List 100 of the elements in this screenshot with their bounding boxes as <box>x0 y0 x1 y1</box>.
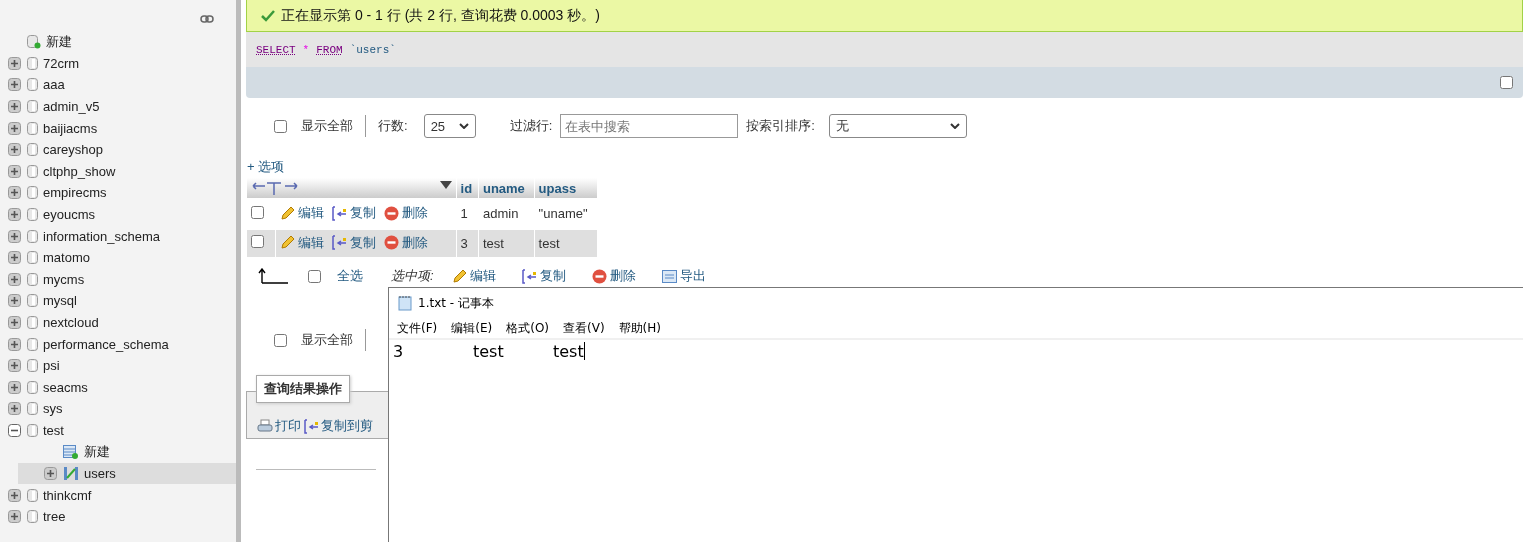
tree-item-label[interactable]: sys <box>43 401 63 417</box>
operation-link[interactable]: 打印 <box>257 414 301 438</box>
message-text: 正在显示第 0 - 1 行 (共 2 行, 查询花费 0.0003 秒。) <box>281 6 600 25</box>
sort-triangle-icon[interactable] <box>439 181 452 189</box>
expand-icon[interactable] <box>8 316 21 329</box>
database-add-icon <box>27 34 41 49</box>
menu-item[interactable]: 编辑(E) <box>451 319 493 337</box>
row-action-link[interactable]: 删除 <box>384 204 428 222</box>
tree-item-label[interactable]: thinkcmf <box>43 487 92 503</box>
tree-item-label[interactable]: test <box>43 423 64 438</box>
row-action-link[interactable]: 复制 <box>332 204 376 222</box>
column-header[interactable]: upass <box>534 178 597 198</box>
tree-item-label[interactable]: performance_schema <box>43 336 169 352</box>
expand-icon[interactable] <box>8 294 21 308</box>
tree-item-label[interactable]: empirecms <box>43 185 107 201</box>
sql-query: SELECT * FROM `users` <box>246 32 1523 67</box>
expand-icon[interactable] <box>8 208 21 222</box>
chevron-down-icon <box>949 123 960 129</box>
tree-item-label[interactable]: mycms <box>43 271 85 287</box>
link-icon[interactable] <box>200 15 214 23</box>
row-checkbox[interactable] <box>251 205 264 219</box>
show-all-label[interactable]: 显示全部 <box>301 117 353 135</box>
row-action-link[interactable]: 删除 <box>384 233 428 252</box>
tree-item-label[interactable]: eyoucms <box>43 207 96 223</box>
tree-item-label[interactable]: users <box>84 466 116 482</box>
copy-icon <box>332 205 347 221</box>
tree-item-label[interactable]: 新建 <box>84 443 110 462</box>
expand-icon[interactable] <box>8 121 21 135</box>
expand-icon[interactable] <box>8 56 21 70</box>
menu-item[interactable]: 帮助(H) <box>618 319 661 337</box>
database-icon <box>27 424 38 437</box>
database-icon <box>27 100 38 114</box>
row-action-link[interactable]: 编辑 <box>280 204 324 222</box>
checkbox[interactable] <box>1500 76 1513 89</box>
expand-icon[interactable] <box>8 143 21 157</box>
expand-icon[interactable] <box>8 186 21 200</box>
notepad-icon <box>398 295 412 311</box>
bulk-action-link[interactable]: 导出 <box>661 267 706 285</box>
database-icon <box>27 121 38 135</box>
database-icon <box>27 272 38 286</box>
menu-item[interactable]: 文件(F) <box>397 319 438 337</box>
delete-icon <box>384 205 399 221</box>
column-header[interactable]: id <box>456 178 478 198</box>
filter-input[interactable]: 在表中搜索 <box>560 114 739 138</box>
checkbox[interactable] <box>274 119 287 133</box>
tree-item-label[interactable]: 72crm <box>43 55 80 71</box>
database-icon <box>27 294 38 308</box>
bulk-action-link[interactable]: 复制 <box>521 267 566 285</box>
expand-icon[interactable] <box>8 164 21 178</box>
menu-item[interactable]: 查看(V) <box>563 319 605 337</box>
tree-item-label[interactable]: psi <box>43 358 60 374</box>
bulk-action-link[interactable]: 删除 <box>591 267 636 285</box>
expand-icon[interactable] <box>8 402 21 416</box>
checkbox[interactable] <box>308 269 321 283</box>
resize-arrows-icon[interactable] <box>251 181 299 195</box>
tree-item-label[interactable]: careyshop <box>43 142 103 158</box>
expand-icon[interactable] <box>8 272 21 286</box>
tree-item-label[interactable]: mysql <box>43 293 77 309</box>
checkbox[interactable] <box>274 333 287 347</box>
tree-item-label[interactable]: aaa <box>43 77 65 93</box>
expand-icon[interactable] <box>44 467 57 481</box>
tree-item-label[interactable]: 新建 <box>46 32 72 51</box>
bulk-action-link[interactable]: 编辑 <box>451 267 496 285</box>
database-icon <box>27 488 38 502</box>
chevron-down-icon <box>458 123 469 129</box>
tree-item-label[interactable]: baijiacms <box>43 120 98 136</box>
row-action-link[interactable]: 复制 <box>332 233 376 252</box>
expand-icon[interactable] <box>8 229 21 243</box>
show-all-label[interactable]: 显示全部 <box>301 331 353 349</box>
expand-icon[interactable] <box>8 251 21 265</box>
tree-item-label[interactable]: nextcloud <box>43 315 99 330</box>
tree-item-label[interactable]: information_schema <box>43 228 161 244</box>
expand-icon[interactable] <box>8 78 21 92</box>
expand-icon[interactable] <box>8 510 21 524</box>
row-checkbox[interactable] <box>251 235 264 249</box>
expand-icon[interactable] <box>8 359 21 373</box>
rows-select[interactable]: 25 <box>423 114 476 138</box>
menu-item[interactable]: 格式(O) <box>506 319 550 337</box>
options-link[interactable]: + 选项 <box>246 158 285 176</box>
collapse-icon[interactable] <box>8 424 21 437</box>
expand-icon[interactable] <box>8 380 21 394</box>
tree-item-label[interactable]: tree <box>43 509 66 525</box>
select-all-label[interactable]: 全选 <box>337 267 363 285</box>
expand-icon[interactable] <box>8 100 21 114</box>
section-legend: 查询结果操作 <box>256 375 350 403</box>
expand-icon[interactable] <box>8 488 21 502</box>
database-icon <box>27 229 38 243</box>
tree-item-label[interactable]: cltphp_show <box>43 163 116 179</box>
expand-icon[interactable] <box>8 337 21 351</box>
filter-label: 过滤行: <box>509 117 553 135</box>
sort-select[interactable]: 无 <box>828 114 967 138</box>
column-header[interactable]: uname <box>478 178 534 198</box>
row-action-link[interactable]: 编辑 <box>280 233 324 252</box>
tree-item-label[interactable]: admin_v5 <box>43 99 100 115</box>
tree-item-label[interactable]: matomo <box>43 250 90 266</box>
tree-item-label[interactable]: seacms <box>43 379 88 395</box>
operation-link[interactable]: 复制到剪 <box>304 414 373 438</box>
text-content: test <box>553 342 584 361</box>
copy-icon <box>304 418 319 434</box>
database-icon <box>27 251 38 265</box>
